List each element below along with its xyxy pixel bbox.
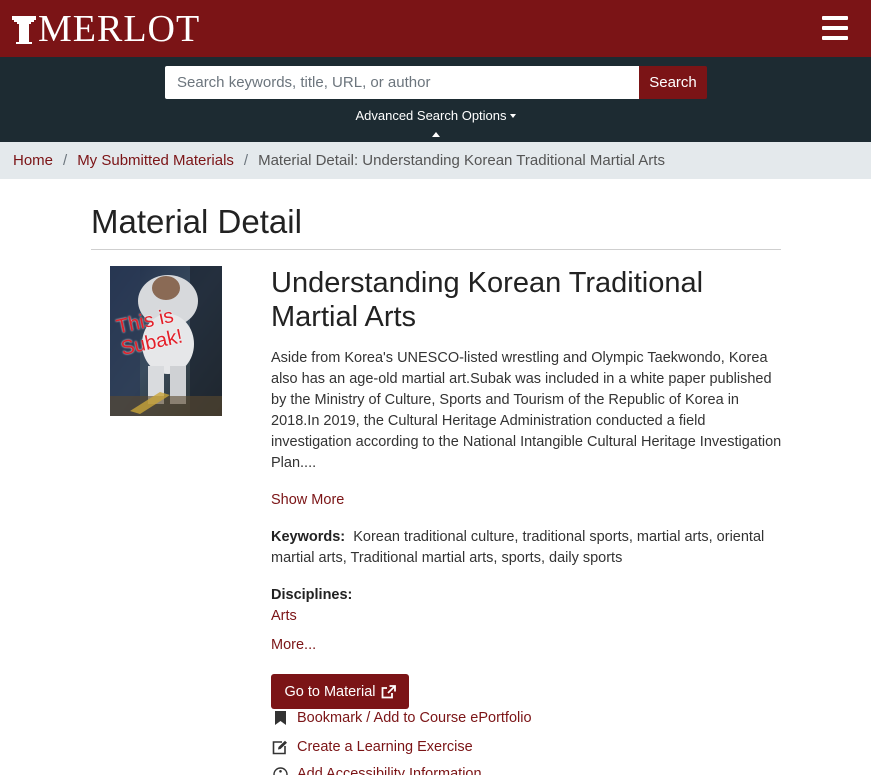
go-to-material-button[interactable]: Go to Material <box>271 674 409 709</box>
breadcrumb: Home / My Submitted Materials / Material… <box>0 142 871 179</box>
learning-exercise-link[interactable]: Create a Learning Exercise <box>297 739 473 755</box>
go-to-material-label: Go to Material <box>284 683 376 700</box>
discipline-link-arts[interactable]: Arts <box>271 606 786 627</box>
breadcrumb-home[interactable]: Home <box>13 152 53 169</box>
bookmark-link[interactable]: Bookmark / Add to Course ePortfolio <box>297 710 532 726</box>
more-disciplines-link[interactable]: More... <box>271 635 786 656</box>
merlot-logo[interactable]: MERLOT <box>12 8 201 50</box>
learning-exercise-action[interactable]: Create a Learning Exercise <box>271 739 473 755</box>
caret-up-icon <box>432 132 440 137</box>
material-thumbnail[interactable]: This is Subak! <box>110 266 222 416</box>
search-button[interactable]: Search <box>639 66 707 99</box>
keywords-section: Keywords: Korean traditional culture, tr… <box>271 527 786 569</box>
keywords-value: Korean traditional culture, traditional … <box>271 529 765 566</box>
breadcrumb-separator: / <box>63 152 68 169</box>
accessibility-icon <box>271 766 289 775</box>
search-input[interactable] <box>165 66 639 99</box>
accessibility-link[interactable]: Add Accessibility Information <box>297 766 482 775</box>
hamburger-icon[interactable] <box>822 16 848 40</box>
title-divider <box>91 249 781 250</box>
breadcrumb-separator: / <box>243 152 249 169</box>
caret-down-icon <box>509 114 516 118</box>
advanced-search-toggle[interactable]: Advanced Search Options <box>0 108 871 123</box>
accessibility-action[interactable]: Add Accessibility Information <box>271 766 482 775</box>
page-title: Material Detail <box>91 203 302 240</box>
keywords-label: Keywords: <box>271 529 346 545</box>
show-more-link[interactable]: Show More <box>271 490 786 511</box>
edit-icon <box>271 739 289 755</box>
disciplines-label: Disciplines: <box>271 587 353 603</box>
breadcrumb-my-submitted-materials[interactable]: My Submitted Materials <box>77 152 234 169</box>
search-bar: Search Advanced Search Options <box>0 57 871 142</box>
bookmark-icon <box>271 710 289 726</box>
top-navbar: MERLOT <box>0 0 871 57</box>
logo-text: MERLOT <box>38 8 201 50</box>
material-title: Understanding Korean Traditional Martial… <box>271 267 704 333</box>
advanced-search-label: Advanced Search Options <box>355 108 507 123</box>
material-content: Understanding Korean Traditional Martial… <box>271 266 786 656</box>
material-description: Aside from Korea's UNESCO-listed wrestli… <box>271 350 782 471</box>
external-link-icon <box>381 684 396 698</box>
pillar-icon <box>12 16 36 44</box>
bookmark-action[interactable]: Bookmark / Add to Course ePortfolio <box>271 710 532 726</box>
breadcrumb-current: Material Detail: Understanding Korean Tr… <box>258 152 665 169</box>
